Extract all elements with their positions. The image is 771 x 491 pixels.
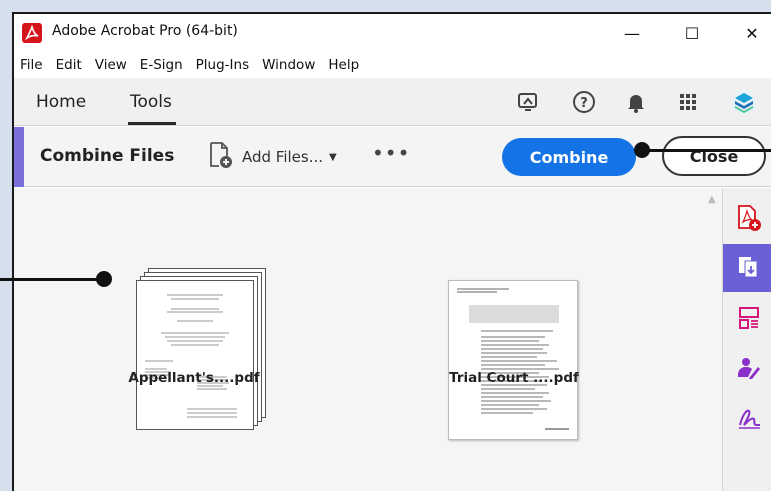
acrobat-logo-icon <box>22 23 42 43</box>
acrobat-window: Adobe Acrobat Pro (64-bit) — ☐ ✕ File Ed… <box>12 12 771 491</box>
title-bar: Adobe Acrobat Pro (64-bit) — ☐ ✕ <box>14 14 771 52</box>
svg-text:?: ? <box>580 96 588 111</box>
tools-rail <box>722 188 771 491</box>
maximize-button[interactable]: ☐ <box>670 18 714 48</box>
combine-button[interactable]: Combine <box>502 138 636 176</box>
file-thumbnail-appellants[interactable] <box>134 268 274 438</box>
fill-sign-icon[interactable] <box>723 394 771 442</box>
request-signatures-icon[interactable] <box>723 344 771 392</box>
share-screen-icon[interactable] <box>514 88 542 116</box>
organize-pages-icon[interactable] <box>723 294 771 342</box>
menu-bar: File Edit View E-Sign Plug-Ins Window He… <box>14 52 771 78</box>
profile-avatar-icon[interactable] <box>730 88 758 116</box>
add-files-label: Add Files... <box>242 148 324 166</box>
add-files-button[interactable]: Add Files... ▼ <box>208 139 337 175</box>
callout-dot-right <box>634 142 650 158</box>
window-title: Adobe Acrobat Pro (64-bit) <box>52 23 238 39</box>
menu-esign[interactable]: E-Sign <box>140 57 183 73</box>
menu-plugins[interactable]: Plug-Ins <box>196 57 249 73</box>
menu-window[interactable]: Window <box>262 57 315 73</box>
desktop-background: Adobe Acrobat Pro (64-bit) — ☐ ✕ File Ed… <box>0 0 771 491</box>
menu-edit[interactable]: Edit <box>56 57 82 73</box>
nav-bar: Home Tools ? <box>14 78 771 126</box>
minimize-button[interactable]: — <box>610 18 654 48</box>
tool-accent-bar <box>14 127 24 187</box>
menu-help[interactable]: Help <box>328 57 359 73</box>
scroll-up-icon[interactable]: ▲ <box>708 194 716 205</box>
tool-title: Combine Files <box>40 146 175 166</box>
page-preview-lines <box>457 288 569 430</box>
vertical-scrollbar[interactable]: ▲ <box>704 188 722 491</box>
maximize-icon: ☐ <box>684 23 700 43</box>
page-preview-lines <box>145 294 237 418</box>
menu-file[interactable]: File <box>20 57 43 73</box>
more-options-button[interactable]: ••• <box>372 141 410 165</box>
add-file-icon <box>208 141 234 173</box>
minimize-icon: — <box>624 23 640 43</box>
callout-line-left <box>0 278 104 281</box>
create-pdf-icon[interactable] <box>723 194 771 242</box>
tab-home[interactable]: Home <box>36 92 86 112</box>
file-name-appellants[interactable]: Appellant's....pdf <box>114 370 274 386</box>
close-window-button[interactable]: ✕ <box>730 18 771 48</box>
file-name-trial-court[interactable]: Trial Court ....pdf <box>434 370 594 386</box>
active-tab-indicator <box>128 122 176 125</box>
callout-line-right <box>646 149 771 152</box>
tab-tools[interactable]: Tools <box>130 92 172 112</box>
chevron-down-icon[interactable]: ▼ <box>329 152 337 163</box>
notifications-bell-icon[interactable] <box>622 88 650 116</box>
close-icon: ✕ <box>745 23 759 43</box>
combine-toolbar: Combine Files Add Files... ▼ ••• Combine… <box>14 127 771 187</box>
close-tool-button[interactable]: Close <box>662 136 766 176</box>
page-sheet <box>136 280 254 430</box>
menu-view[interactable]: View <box>95 57 127 73</box>
file-thumbnail-trial-court[interactable] <box>448 280 578 440</box>
callout-dot-left <box>96 271 112 287</box>
files-area: Appellant's....pdf Trial Court ....pdf <box>14 188 704 491</box>
apps-grid-icon[interactable] <box>674 88 702 116</box>
help-icon[interactable]: ? <box>570 88 598 116</box>
combine-files-icon[interactable] <box>723 244 771 292</box>
